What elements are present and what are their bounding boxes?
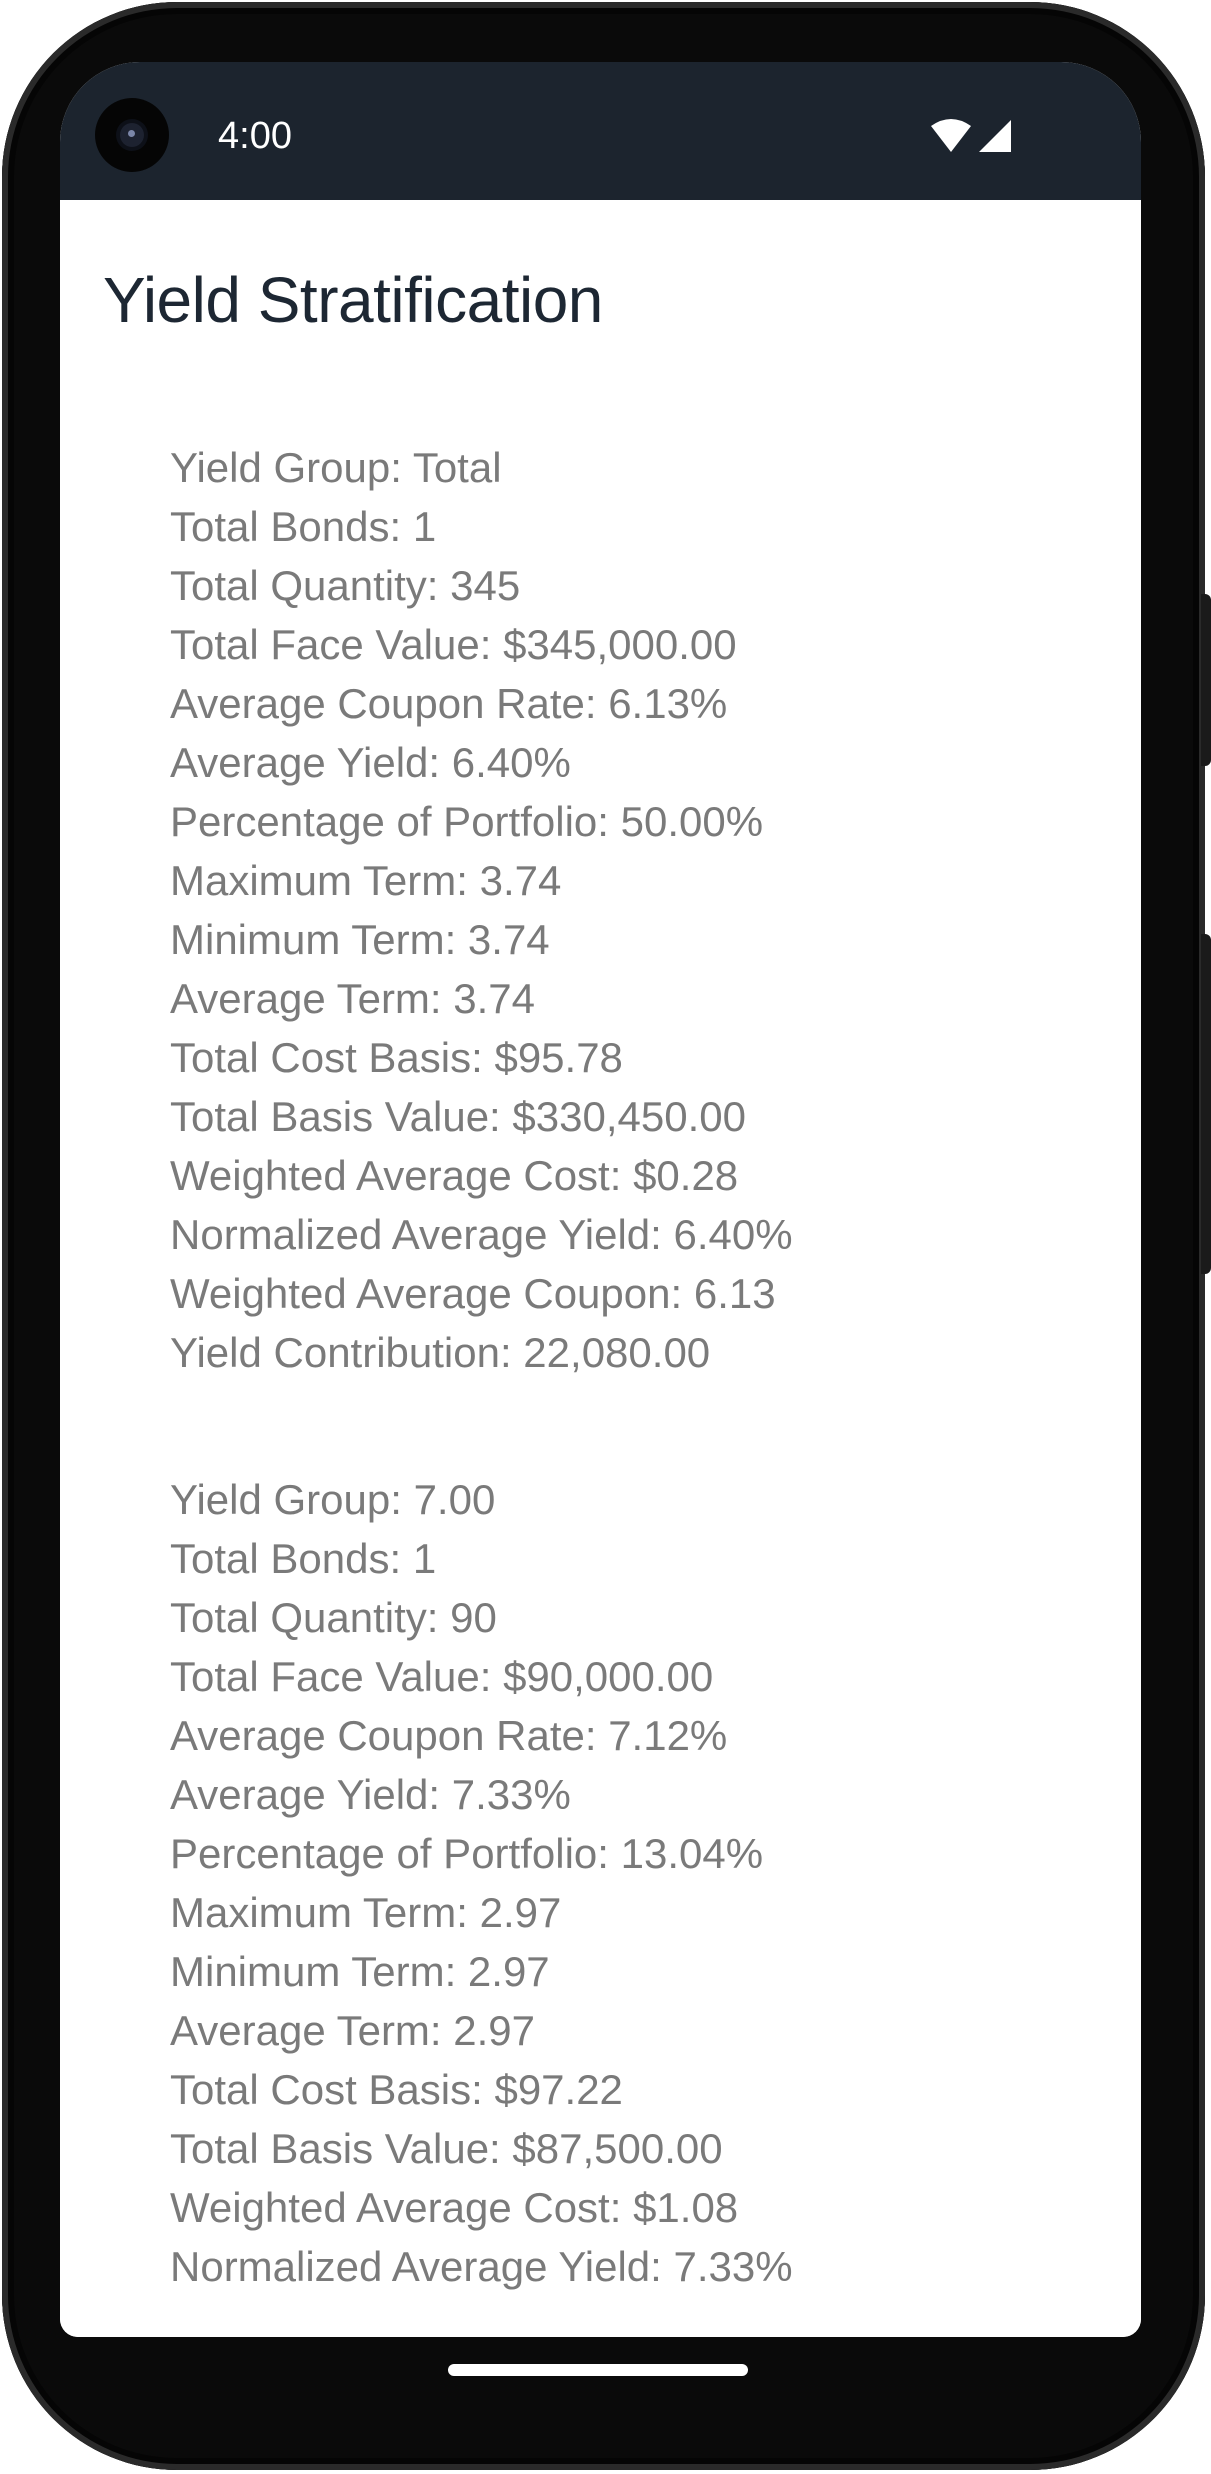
device-screen: 4:00 Yield Stratification Yield Group: T…	[60, 62, 1141, 2337]
average-term: Average Term: 2.97	[170, 2007, 535, 2054]
app-content: Yield Stratification Yield Group: Total …	[60, 200, 1141, 2337]
status-bar: 4:00	[60, 62, 1141, 200]
average-yield: Average Yield: 7.33%	[170, 1771, 571, 1818]
status-icons	[929, 118, 1029, 158]
front-camera	[95, 98, 169, 172]
total-quantity: Total Quantity: 90	[170, 1594, 497, 1641]
yield-group-label: Yield Group: 7.00	[170, 1476, 496, 1523]
total-face-value: Total Face Value: $90,000.00	[170, 1653, 714, 1700]
power-button	[1201, 934, 1211, 1274]
yield-group-label: Yield Group: Total	[170, 444, 502, 491]
yield-group-7: Yield Group: 7.00 Total Bonds: 1 Total Q…	[170, 1470, 1141, 2296]
page-title: Yield Stratification	[103, 264, 603, 336]
camera-glint	[128, 130, 135, 137]
total-basis-value: Total Basis Value: $87,500.00	[170, 2125, 723, 2172]
total-bonds: Total Bonds: 1	[170, 503, 437, 550]
average-coupon-rate: Average Coupon Rate: 6.13%	[170, 680, 728, 727]
total-bonds: Total Bonds: 1	[170, 1535, 437, 1582]
cellular-signal-icon	[979, 120, 1011, 152]
total-cost-basis: Total Cost Basis: $95.78	[170, 1034, 623, 1081]
home-indicator[interactable]	[448, 2364, 748, 2376]
weighted-average-cost: Weighted Average Cost: $1.08	[170, 2184, 739, 2231]
yield-group-total: Yield Group: Total Total Bonds: 1 Total …	[170, 438, 1141, 1382]
average-term: Average Term: 3.74	[170, 975, 535, 1022]
wifi-icon	[931, 119, 971, 152]
normalized-average-yield: Normalized Average Yield: 6.40%	[170, 1211, 793, 1258]
total-basis-value: Total Basis Value: $330,450.00	[170, 1093, 746, 1140]
maximum-term: Maximum Term: 2.97	[170, 1889, 562, 1936]
percentage-of-portfolio: Percentage of Portfolio: 50.00%	[170, 798, 764, 845]
normalized-average-yield: Normalized Average Yield: 7.33%	[170, 2243, 793, 2290]
average-coupon-rate: Average Coupon Rate: 7.12%	[170, 1712, 728, 1759]
stratification-list[interactable]: Yield Group: Total Total Bonds: 1 Total …	[60, 438, 1141, 2332]
volume-button	[1201, 594, 1211, 766]
percentage-of-portfolio: Percentage of Portfolio: 13.04%	[170, 1830, 764, 1877]
total-face-value: Total Face Value: $345,000.00	[170, 621, 737, 668]
weighted-average-cost: Weighted Average Cost: $0.28	[170, 1152, 739, 1199]
total-cost-basis: Total Cost Basis: $97.22	[170, 2066, 623, 2113]
status-time: 4:00	[218, 115, 292, 157]
total-quantity: Total Quantity: 345	[170, 562, 521, 609]
maximum-term: Maximum Term: 3.74	[170, 857, 562, 904]
weighted-average-coupon: Weighted Average Coupon: 6.13	[170, 1270, 776, 1317]
yield-contribution: Yield Contribution: 22,080.00	[170, 1329, 711, 1376]
phone-device-frame: 4:00 Yield Stratification Yield Group: T…	[0, 0, 1211, 2474]
minimum-term: Minimum Term: 2.97	[170, 1948, 550, 1995]
minimum-term: Minimum Term: 3.74	[170, 916, 550, 963]
average-yield: Average Yield: 6.40%	[170, 739, 571, 786]
